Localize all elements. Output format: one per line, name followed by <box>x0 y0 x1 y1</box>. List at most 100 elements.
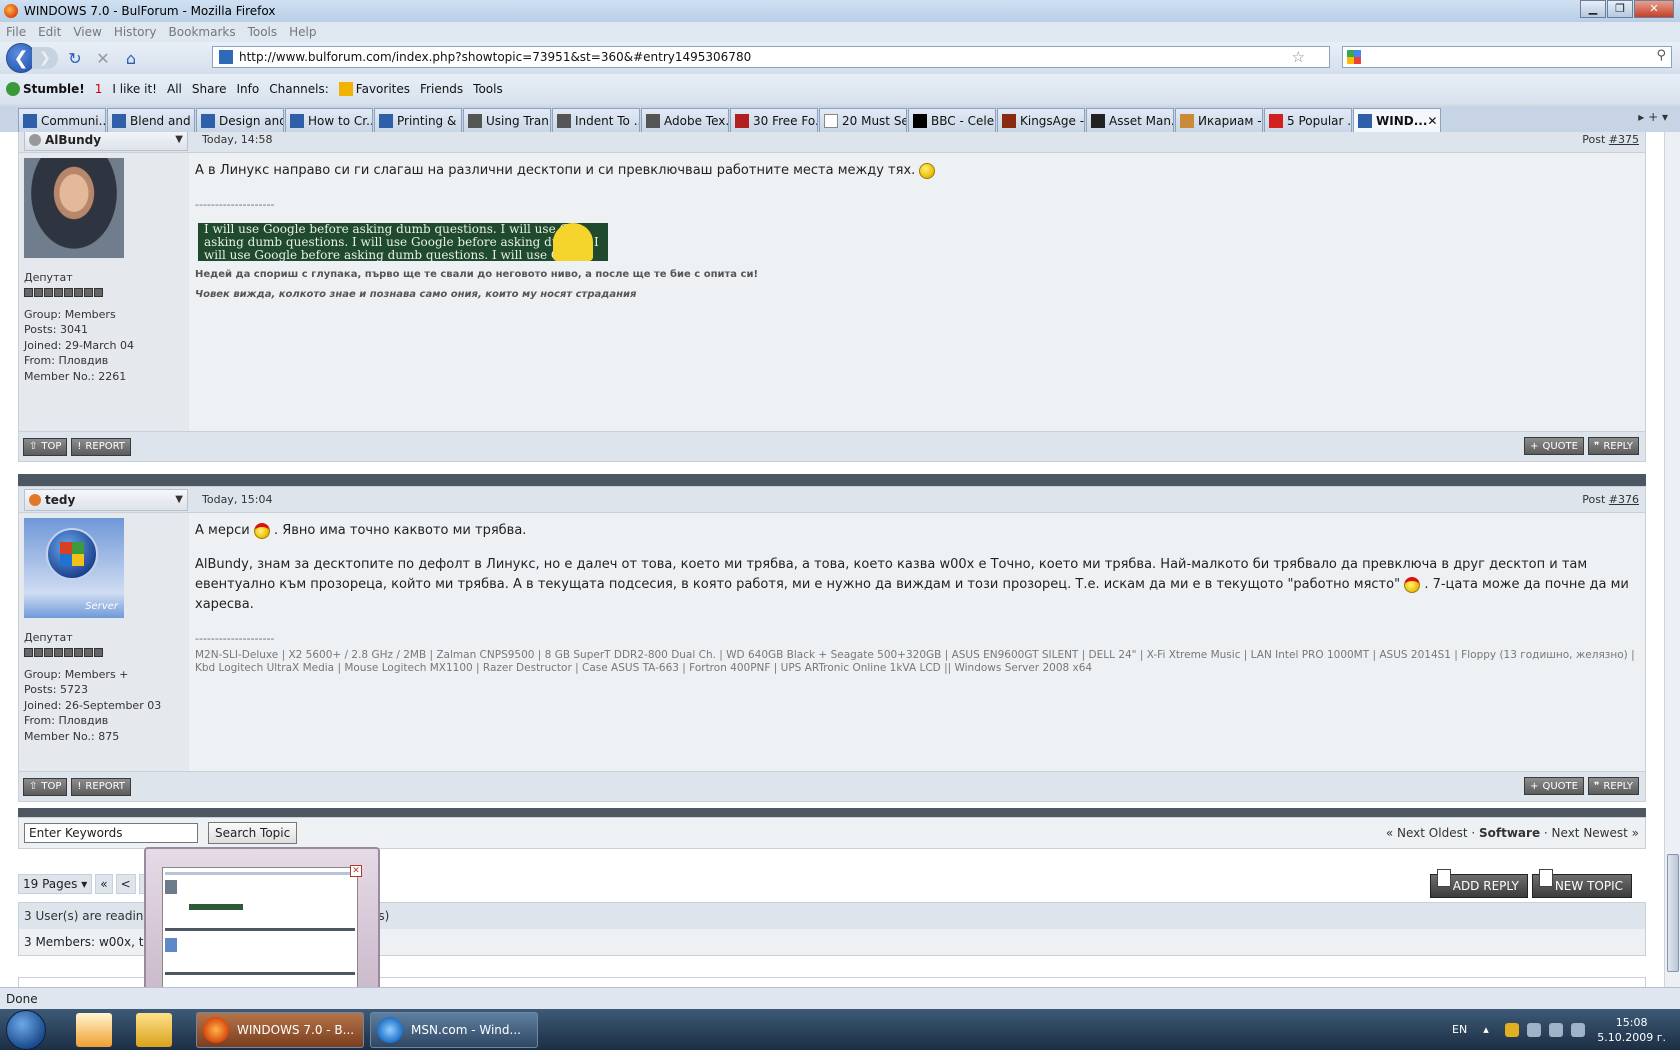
post-author-dropdown[interactable]: tedy ▼ <box>24 488 188 511</box>
home-icon[interactable]: ⌂ <box>120 49 142 68</box>
tab-item[interactable]: Adobe Tex... <box>641 108 729 132</box>
favorites-button[interactable]: Favorites <box>338 82 410 97</box>
tab-favicon <box>112 113 126 128</box>
network-icon[interactable] <box>1549 1022 1564 1037</box>
like-button[interactable]: I like it! <box>112 82 157 96</box>
bookmark-star-icon[interactable]: ☆ <box>1292 48 1305 66</box>
signature-line: Недей да спориш с глупака, първо ще те с… <box>195 269 759 280</box>
post-body: А мерси . Явно има точно каквото ми тряб… <box>189 513 1645 771</box>
explorer-icon[interactable] <box>136 1012 172 1047</box>
tab-item[interactable]: 5 Popular ... <box>1264 108 1352 132</box>
tab-item[interactable]: Using Tran... <box>463 108 551 132</box>
preview-close-icon[interactable]: ✕ <box>350 865 362 877</box>
page-scrollbar[interactable] <box>1664 132 1680 987</box>
stop-icon[interactable]: ✕ <box>92 49 114 68</box>
info-button[interactable]: Info <box>237 82 260 96</box>
friends-button[interactable]: Friends <box>420 82 463 96</box>
tab-item[interactable]: How to Cr... <box>285 108 373 132</box>
first-page-button[interactable]: « <box>95 874 113 894</box>
forum-link[interactable]: Software <box>1479 826 1540 840</box>
pages-dropdown[interactable]: 19 Pages ▾ <box>18 874 93 894</box>
tab-list-icon[interactable]: ▸ + ▾ <box>1638 110 1668 124</box>
tab-item[interactable]: Икариам -... <box>1175 108 1263 132</box>
post-author-dropdown[interactable]: AlBundy ▼ <box>24 132 188 151</box>
post-permalink[interactable]: #375 <box>1609 133 1639 146</box>
user-from: From: Пловдив <box>24 354 109 367</box>
top-button[interactable]: ⇧ TOP <box>23 437 68 456</box>
language-indicator[interactable]: EN <box>1452 1023 1467 1036</box>
menu-view[interactable]: View <box>73 25 101 39</box>
tab-item[interactable]: Asset Man... <box>1086 108 1174 132</box>
quicklaunch-icon[interactable] <box>76 1012 112 1047</box>
flag-icon[interactable] <box>1527 1022 1542 1037</box>
bart-simpson-image <box>553 223 593 261</box>
menu-edit[interactable]: Edit <box>38 25 61 39</box>
user-icon <box>29 133 41 146</box>
quote-button[interactable]: + QUOTE <box>1524 437 1584 455</box>
preview-image <box>162 867 358 991</box>
menu-history[interactable]: History <box>114 25 157 39</box>
google-icon[interactable] <box>1347 50 1361 64</box>
top-button[interactable]: ⇧ TOP <box>23 777 68 796</box>
tray-app-icon[interactable] <box>1505 1022 1520 1037</box>
tab-item[interactable]: Communi... <box>18 108 106 132</box>
tab-item[interactable]: BBC - Cele... <box>908 108 996 132</box>
menu-help[interactable]: Help <box>289 25 316 39</box>
maximize-button[interactable]: ❐ <box>1607 0 1633 18</box>
report-button[interactable]: ! REPORT <box>71 437 131 456</box>
santa-smiley-icon <box>1404 576 1421 593</box>
tab-favicon <box>1180 113 1194 128</box>
minimize-button[interactable]: ▁ <box>1580 0 1606 18</box>
start-button[interactable] <box>6 1009 46 1050</box>
menu-file[interactable]: File <box>6 25 26 39</box>
member-link[interactable]: w00x <box>99 935 131 949</box>
tab-favicon <box>1091 113 1105 128</box>
topic-actions: ADD REPLY NEW TOPIC <box>1429 869 1632 898</box>
report-button[interactable]: ! REPORT <box>71 777 131 796</box>
signature-image: I will use Google before asking dumb que… <box>198 223 608 261</box>
stumble-button[interactable]: Stumble! <box>6 82 85 97</box>
tab-item[interactable]: Design and... <box>196 108 284 132</box>
tab-item[interactable]: Blend and ... <box>107 108 195 132</box>
menu-bookmarks[interactable]: Bookmarks <box>169 25 236 39</box>
reply-button[interactable]: ❞ REPLY <box>1587 437 1639 455</box>
keywords-input[interactable]: Enter Keywords <box>24 823 198 843</box>
tools-dropdown[interactable]: Tools <box>473 82 503 96</box>
magnifier-icon[interactable]: ⚲ <box>1656 48 1666 63</box>
prev-page-button[interactable]: < <box>115 874 136 894</box>
tab-item[interactable]: KingsAge -... <box>997 108 1085 132</box>
forum-post: tedy ▼ Today, 15:04 Post #376 Server Депу… <box>18 486 1646 802</box>
next-newest-link[interactable]: Next Newest » <box>1552 826 1639 840</box>
search-topic-button[interactable]: Search Topic <box>208 822 298 844</box>
reply-button[interactable]: ❞ REPLY <box>1587 777 1639 795</box>
share-button[interactable]: Share <box>192 82 227 96</box>
menu-tools[interactable]: Tools <box>248 25 278 39</box>
volume-icon[interactable] <box>1571 1022 1586 1037</box>
tray-expand-icon[interactable]: ▴ <box>1483 1023 1497 1037</box>
user-joined: Joined: 26-September 03 <box>24 698 162 712</box>
close-window-button[interactable]: ✕ <box>1634 0 1674 18</box>
tab-item[interactable]: 20 Must Se... <box>819 108 907 132</box>
tab-close-icon[interactable]: ✕ <box>1427 114 1437 128</box>
taskbar-thumbnail-preview[interactable]: ✕ <box>144 847 380 1002</box>
tab-item[interactable]: Printing & ... <box>374 108 462 132</box>
taskbar-ie[interactable]: MSN.com - Wind... <box>370 1011 538 1048</box>
url-bar[interactable]: http://www.bulforum.com/index.php?showto… <box>212 46 1330 68</box>
forum-post: AlBundy ▼ Today, 14:58 Post #375 Депутат … <box>18 132 1646 462</box>
all-dropdown[interactable]: All <box>167 82 182 96</box>
clock[interactable]: 15:08 5.10.2009 г. <box>1597 1015 1666 1045</box>
quote-mark-icon: ❞ <box>1593 440 1600 452</box>
post-permalink[interactable]: #376 <box>1609 493 1639 506</box>
tab-item[interactable]: Indent To ... <box>552 108 640 132</box>
add-reply-button[interactable]: ADD REPLY <box>1429 869 1528 898</box>
forward-button[interactable]: ❯ <box>32 47 58 69</box>
taskbar-firefox[interactable]: WINDOWS 7.0 - B... <box>196 1011 364 1048</box>
scrollbar-thumb[interactable] <box>1667 854 1679 972</box>
reload-icon[interactable]: ↻ <box>64 49 86 68</box>
tab-active[interactable]: WIND... ✕ <box>1353 108 1441 132</box>
next-oldest-link[interactable]: « Next Oldest <box>1386 826 1468 840</box>
search-box[interactable]: ⚲ <box>1342 46 1672 68</box>
tab-item[interactable]: 30 Free Fo... <box>730 108 818 132</box>
new-topic-button[interactable]: NEW TOPIC <box>1531 869 1632 898</box>
quote-button[interactable]: + QUOTE <box>1524 777 1584 795</box>
